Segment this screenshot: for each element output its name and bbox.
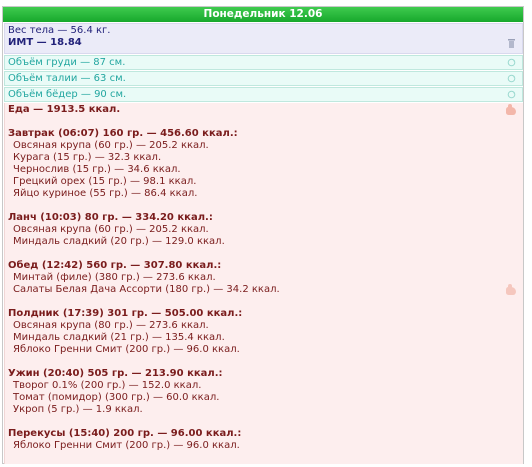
food-item[interactable]: Яйцо куриное (55 гр.) — 86.4 ккал. xyxy=(8,188,520,200)
food-item[interactable]: Яблоко Гренни Смит (200 гр.) — 96.0 ккал… xyxy=(8,344,520,356)
refresh-icon[interactable] xyxy=(507,90,516,99)
hips-measure: Объём бёдер — 90 см. xyxy=(8,89,127,100)
food-item[interactable]: Чернослив (15 гр.) — 34.6 ккал. xyxy=(8,164,520,176)
food-total: Еда — 1913.5 ккал. xyxy=(8,104,121,115)
trash-icon[interactable] xyxy=(507,39,516,48)
weight-row[interactable]: Вес тела — 56.4 кг. ИМТ — 18.84 xyxy=(4,23,523,54)
meal-header[interactable]: Ужин (20:40) 505 гр. — 213.90 ккал.: xyxy=(8,368,520,380)
meal-header[interactable]: Завтрак (06:07) 160 гр. — 456.60 ккал.: xyxy=(8,128,520,140)
body-weight: Вес тела — 56.4 кг. xyxy=(8,25,111,36)
day-panel: Понедельник 12.06 Вес тела — 56.4 кг. ИМ… xyxy=(2,6,524,464)
food-item[interactable]: Укроп (5 гр.) — 1.9 ккал. xyxy=(8,404,520,416)
meal-breakfast: Завтрак (06:07) 160 гр. — 456.60 ккал.: … xyxy=(8,128,520,200)
meal-header[interactable]: Перекусы (15:40) 200 гр. — 96.00 ккал.: xyxy=(8,428,520,440)
food-item[interactable]: Минтай (филе) (380 гр.) — 273.6 ккал. xyxy=(8,272,520,284)
day-header[interactable]: Понедельник 12.06 xyxy=(3,7,523,22)
food-item[interactable]: Творог 0.1% (200 гр.) — 152.0 ккал. xyxy=(8,380,520,392)
waist-measure-row[interactable]: Объём талии — 63 см. xyxy=(4,71,523,86)
food-item[interactable]: Грецкий орех (15 гр.) — 98.1 ккал. xyxy=(8,176,520,188)
food-item[interactable]: Овсяная крупа (60 гр.) — 205.2 ккал. xyxy=(8,224,520,236)
meal-afternoon: Полдник (17:39) 301 гр. — 505.00 ккал.: … xyxy=(8,308,520,356)
meal-dinner: Обед (12:42) 560 гр. — 307.80 ккал.: Мин… xyxy=(8,260,520,296)
waist-measure: Объём талии — 63 см. xyxy=(8,73,126,84)
food-section: Еда — 1913.5 ккал. Завтрак (06:07) 160 г… xyxy=(4,103,523,464)
meal-header[interactable]: Обед (12:42) 560 гр. — 307.80 ккал.: xyxy=(8,260,520,272)
refresh-icon[interactable] xyxy=(507,58,516,67)
food-item[interactable]: Миндаль сладкий (20 гр.) — 129.0 ккал. xyxy=(8,236,520,248)
chest-measure-row[interactable]: Объём груди — 87 см. xyxy=(4,55,523,70)
food-item[interactable]: Яблоко Гренни Смит (200 гр.) — 96.0 ккал… xyxy=(8,440,520,452)
food-item[interactable]: Курага (15 гр.) — 32.3 ккал. xyxy=(8,152,520,164)
food-item[interactable]: Овсяная крупа (80 гр.) — 273.6 ккал. xyxy=(8,320,520,332)
food-item[interactable]: Томат (помидор) (300 гр.) — 60.0 ккал. xyxy=(8,392,520,404)
food-item[interactable]: Овсяная крупа (60 гр.) — 205.2 ккал. xyxy=(8,140,520,152)
food-item[interactable]: Салаты Белая Дача Ассорти (180 гр.) — 34… xyxy=(8,284,520,296)
meal-supper: Ужин (20:40) 505 гр. — 213.90 ккал.: Тво… xyxy=(8,368,520,416)
meal-header[interactable]: Полдник (17:39) 301 гр. — 505.00 ккал.: xyxy=(8,308,520,320)
thumbs-up-icon[interactable] xyxy=(506,104,516,115)
food-item[interactable]: Миндаль сладкий (21 гр.) — 135.4 ккал. xyxy=(8,332,520,344)
hips-measure-row[interactable]: Объём бёдер — 90 см. xyxy=(4,87,523,102)
meal-lunch-snack: Ланч (10:03) 80 гр. — 334.20 ккал.: Овся… xyxy=(8,212,520,248)
refresh-icon[interactable] xyxy=(507,74,516,83)
thumbs-up-icon[interactable] xyxy=(506,284,516,295)
meal-header[interactable]: Ланч (10:03) 80 гр. — 334.20 ккал.: xyxy=(8,212,520,224)
chest-measure: Объём груди — 87 см. xyxy=(8,57,126,68)
meal-snacks: Перекусы (15:40) 200 гр. — 96.00 ккал.: … xyxy=(8,428,520,452)
bmi: ИМТ — 18.84 xyxy=(8,37,82,48)
